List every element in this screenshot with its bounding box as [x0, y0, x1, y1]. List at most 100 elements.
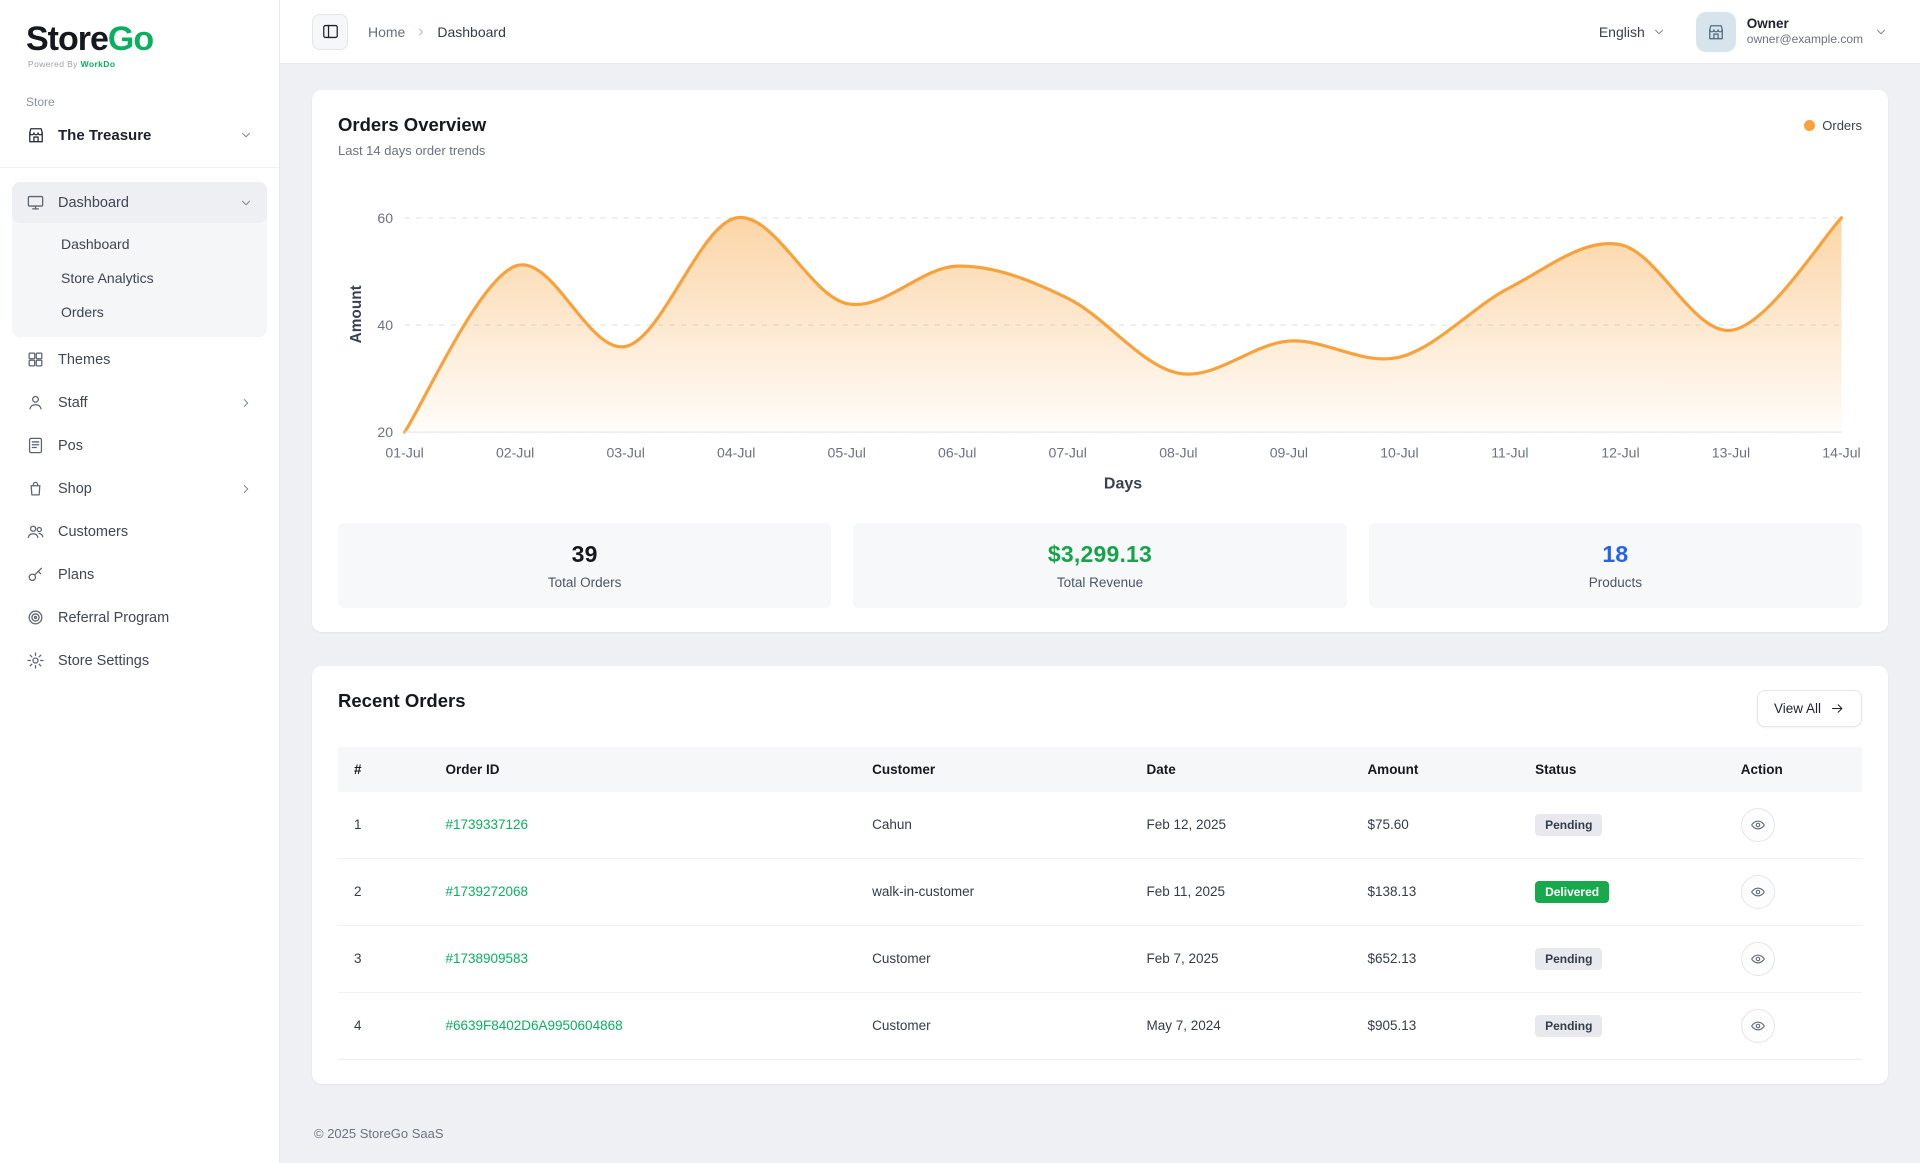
row-number: 3 — [354, 951, 362, 966]
sidebar-item-label: Shop — [58, 481, 92, 497]
avatar — [1696, 12, 1736, 52]
svg-text:02-Jul: 02-Jul — [496, 445, 534, 461]
chevron-down-icon — [1652, 25, 1666, 39]
user-email: owner@example.com — [1747, 32, 1863, 47]
svg-text:10-Jul: 10-Jul — [1380, 445, 1418, 461]
store-section: Store The Treasure — [0, 77, 279, 168]
row-number: 2 — [354, 884, 362, 899]
stat-value: 18 — [1379, 541, 1852, 568]
eye-icon — [1750, 1018, 1766, 1034]
view-all-button[interactable]: View All — [1757, 690, 1862, 727]
view-all-label: View All — [1774, 701, 1821, 716]
orders-table: #Order IDCustomerDateAmountStatusAction … — [338, 747, 1862, 1060]
sidebar-item-plans[interactable]: Plans — [12, 554, 267, 595]
view-order-button[interactable] — [1741, 942, 1775, 976]
customer-name: Customer — [872, 1018, 931, 1033]
order-date: Feb 11, 2025 — [1146, 884, 1225, 899]
status-badge: Pending — [1535, 1015, 1602, 1037]
sidebar-item-pos[interactable]: Pos — [12, 425, 267, 466]
sidebar-item-staff[interactable]: Staff — [12, 382, 267, 423]
svg-text:05-Jul: 05-Jul — [828, 445, 866, 461]
stat-tile-products: 18Products — [1369, 523, 1862, 608]
order-id-link[interactable]: #1738909583 — [445, 951, 528, 966]
chevron-down-icon — [1874, 25, 1888, 39]
subnav: DashboardStore AnalyticsOrders — [12, 223, 267, 337]
logo-text: StoreGo — [26, 22, 253, 56]
svg-text:14-Jul: 14-Jul — [1822, 445, 1860, 461]
customer-name: walk-in-customer — [872, 884, 974, 899]
chart-legend: Orders — [1804, 114, 1862, 133]
logo[interactable]: StoreGo Powered By WorkDo — [0, 0, 279, 77]
svg-text:40: 40 — [377, 317, 393, 333]
eye-icon — [1750, 817, 1766, 833]
chevron-right-icon — [239, 396, 253, 410]
sidebar-item-label: Pos — [58, 438, 83, 454]
grid-icon — [26, 350, 45, 369]
sidebar-item-store-settings[interactable]: Store Settings — [12, 640, 267, 681]
stat-value: 39 — [348, 541, 821, 568]
user-icon — [26, 393, 45, 412]
svg-text:13-Jul: 13-Jul — [1712, 445, 1750, 461]
sidebar-subitem-store-analytics[interactable]: Store Analytics — [12, 261, 267, 295]
main-column: Home Dashboard English Owner owner@examp… — [280, 0, 1920, 1163]
svg-text:08-Jul: 08-Jul — [1159, 445, 1197, 461]
footer-copyright: © 2025 StoreGo SaaS — [314, 1126, 1888, 1141]
customer-name: Cahun — [872, 817, 912, 832]
language-label: English — [1599, 24, 1645, 40]
sidebar-item-label: Plans — [58, 567, 94, 583]
sidebar-toggle-button[interactable] — [312, 14, 348, 50]
sidebar-subitem-orders[interactable]: Orders — [12, 295, 267, 329]
app-root: StoreGo Powered By WorkDo Store The Trea… — [0, 0, 1920, 1163]
sidebar-item-dashboard[interactable]: Dashboard — [12, 182, 267, 223]
language-selector[interactable]: English — [1599, 24, 1666, 40]
breadcrumb-home-link[interactable]: Home — [368, 24, 405, 40]
order-id-link[interactable]: #1739272068 — [445, 884, 528, 899]
chevron-down-icon — [239, 128, 253, 142]
view-order-button[interactable] — [1741, 875, 1775, 909]
logo-go: Go — [108, 20, 153, 58]
user-menu[interactable]: Owner owner@example.com — [1696, 12, 1888, 52]
topbar: Home Dashboard English Owner owner@examp… — [280, 0, 1920, 64]
view-order-button[interactable] — [1741, 1009, 1775, 1043]
stat-tile-total-revenue: $3,299.13 Total Revenue — [853, 523, 1346, 608]
order-date: Feb 12, 2025 — [1146, 817, 1226, 832]
sidebar-item-label: Referral Program — [58, 610, 169, 626]
row-number: 4 — [354, 1018, 362, 1033]
sidebar-item-shop[interactable]: Shop — [12, 468, 267, 509]
order-amount: $138.13 — [1367, 884, 1416, 899]
order-date: Feb 7, 2025 — [1146, 951, 1218, 966]
powered-by-prefix: Powered By — [28, 59, 78, 69]
sidebar-item-referral-program[interactable]: Referral Program — [12, 597, 267, 638]
orders-chart: 20406001-Jul02-Jul03-Jul04-Jul05-Jul06-J… — [338, 176, 1862, 499]
sidebar-item-label: Staff — [58, 395, 88, 411]
column-header-order-id: Order ID — [429, 747, 856, 792]
powered-by: Powered By WorkDo — [26, 59, 253, 69]
sidebar-item-customers[interactable]: Customers — [12, 511, 267, 552]
order-id-link[interactable]: #1739337126 — [445, 817, 528, 832]
store-selector[interactable]: The Treasure — [0, 117, 279, 153]
sidebar-subitem-dashboard[interactable]: Dashboard — [12, 227, 267, 261]
order-amount: $75.60 — [1367, 817, 1408, 832]
customer-name: Customer — [872, 951, 931, 966]
status-badge: Pending — [1535, 948, 1602, 970]
topbar-right: English Owner owner@example.com — [1599, 12, 1888, 52]
powered-by-brand: WorkDo — [81, 59, 116, 69]
view-order-button[interactable] — [1741, 808, 1775, 842]
sidebar-item-label: Themes — [58, 352, 110, 368]
sidebar-item-themes[interactable]: Themes — [12, 339, 267, 380]
eye-icon — [1750, 884, 1766, 900]
order-id-link[interactable]: #6639F8402D6A9950604868 — [445, 1018, 622, 1033]
sidebar-nav: DashboardDashboardStore AnalyticsOrdersT… — [0, 168, 279, 703]
svg-text:09-Jul: 09-Jul — [1270, 445, 1308, 461]
user-info: Owner owner@example.com — [1747, 16, 1863, 48]
stat-value: $3,299.13 — [863, 541, 1336, 568]
sidebar-item-label: Dashboard — [58, 195, 129, 211]
chevron-right-icon — [415, 26, 427, 38]
table-row: 2 #1739272068 walk-in-customer Feb 11, 2025… — [338, 858, 1862, 925]
sidebar-toggle-icon — [321, 22, 340, 41]
stats-row: 39Total Orders$3,299.13Total Revenue18Pr… — [338, 523, 1862, 608]
store-section-label: Store — [0, 95, 279, 117]
chevron-right-icon — [239, 482, 253, 496]
stat-label: Total Revenue — [863, 575, 1336, 590]
status-badge: Delivered — [1535, 881, 1609, 903]
